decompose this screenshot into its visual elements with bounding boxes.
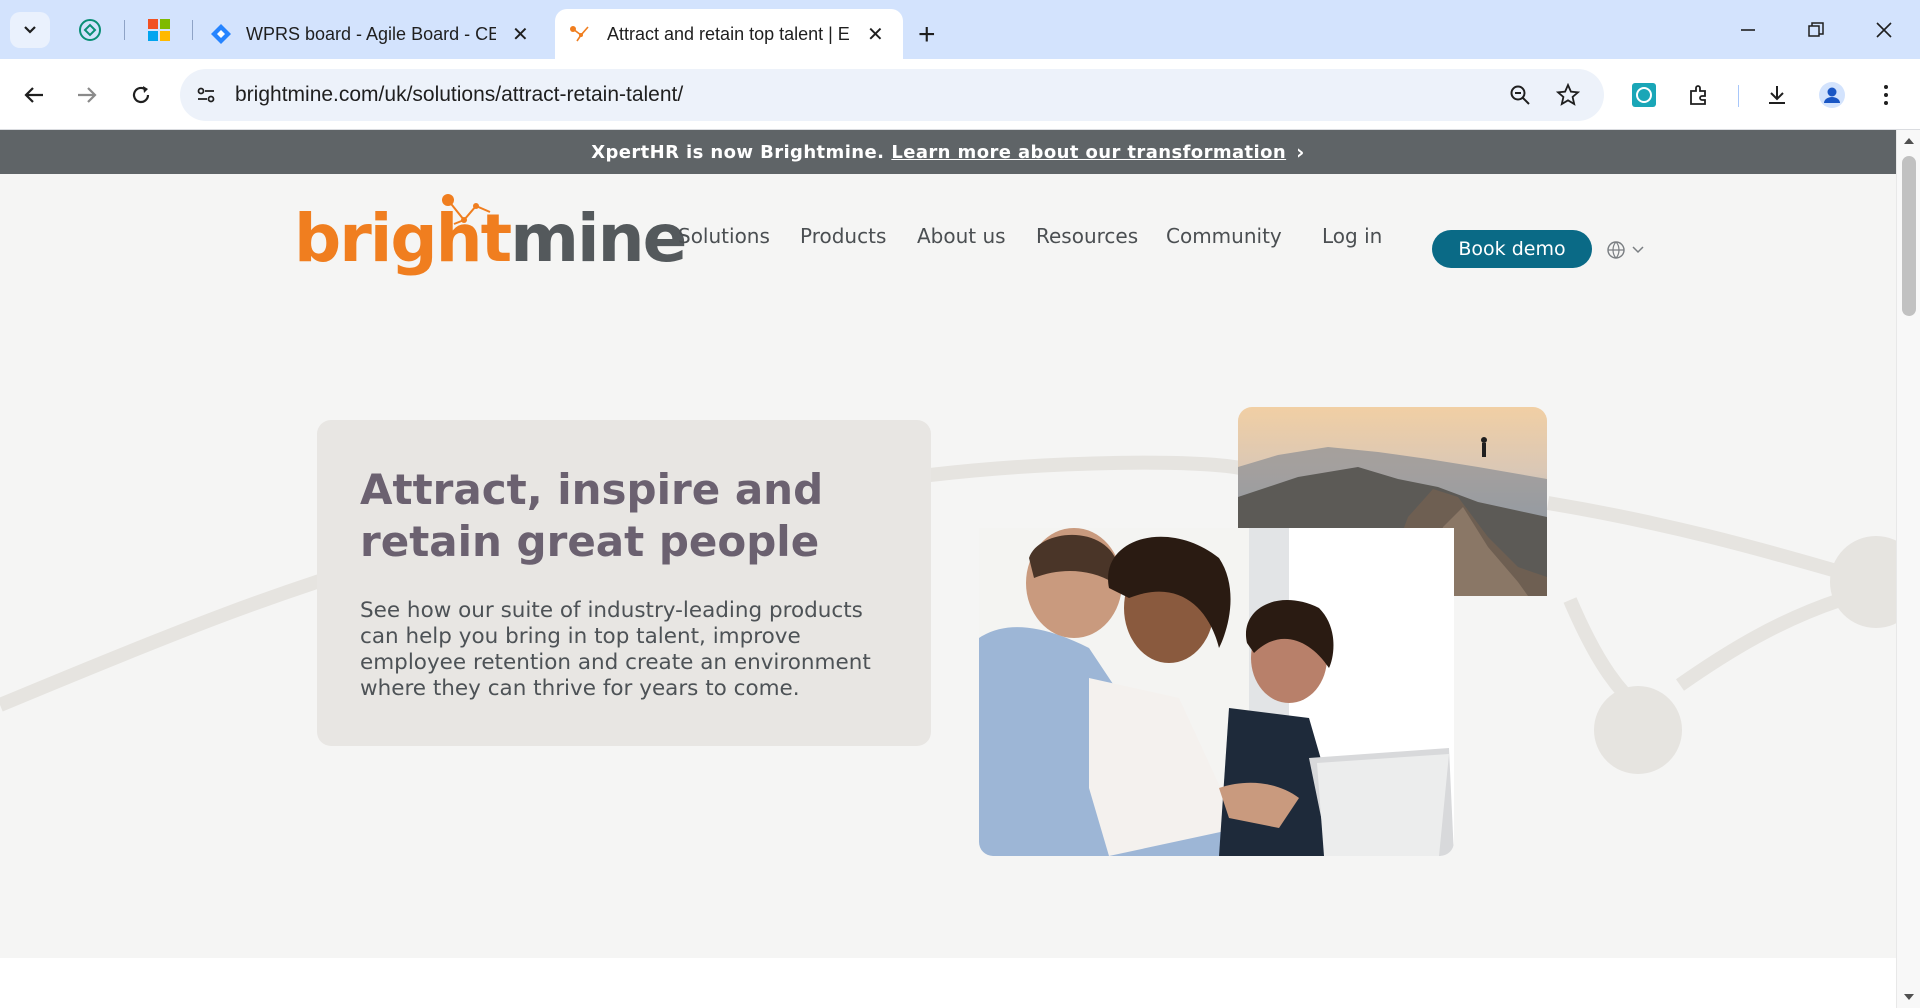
- close-icon[interactable]: ✕: [512, 22, 529, 47]
- logo-wordmark: brightmine: [294, 200, 687, 277]
- trademark: ™: [584, 228, 592, 237]
- chatgpt-icon: [79, 19, 101, 41]
- scroll-down-icon[interactable]: [1904, 994, 1914, 1000]
- arrow-left-icon: [24, 87, 43, 103]
- window-close-icon[interactable]: [1864, 14, 1904, 46]
- globe-icon: [1607, 241, 1625, 259]
- chevron-down-icon: [24, 26, 36, 34]
- address-bar[interactable]: brightmine.com/uk/solutions/attract-reta…: [180, 69, 1604, 121]
- arrow-right-icon: [78, 87, 97, 103]
- language-selector[interactable]: [1606, 240, 1644, 260]
- decorative-network-lines: [0, 455, 1896, 774]
- page-viewport: XpertHR is now Brightmine. Learn more ab…: [0, 130, 1896, 1008]
- scrollbar-thumb[interactable]: [1902, 156, 1916, 316]
- tab-search-button[interactable]: [10, 12, 50, 48]
- extensions-puzzle-icon[interactable]: [1679, 75, 1719, 115]
- minimize-icon[interactable]: [1728, 14, 1768, 46]
- banner-link[interactable]: Learn more about our transformation: [891, 142, 1286, 163]
- more-menu-icon[interactable]: [1866, 75, 1906, 115]
- zoom-icon[interactable]: [1504, 79, 1536, 111]
- chevron-right-icon: ›: [1296, 140, 1305, 164]
- microsoft-icon: [148, 19, 170, 41]
- tab-strip: WPRS board - Agile Board - CE ✕ Attract …: [0, 0, 1920, 59]
- page-scrollbar[interactable]: [1896, 130, 1920, 1008]
- tab-separator: [124, 20, 125, 40]
- tab-attract-retain[interactable]: Attract and retain top talent | E ✕: [555, 9, 903, 59]
- close-icon[interactable]: ✕: [867, 22, 884, 47]
- nav-resources[interactable]: Resources: [1036, 224, 1138, 248]
- announcement-banner: XpertHR is now Brightmine. Learn more ab…: [0, 130, 1896, 174]
- new-tab-button[interactable]: +: [918, 10, 948, 60]
- hero-image-colleagues: [979, 528, 1454, 856]
- tab-title: WPRS board - Agile Board - CE: [246, 23, 496, 44]
- bookmark-star-icon[interactable]: [1552, 79, 1584, 111]
- logo-part-bright: bright: [294, 200, 512, 277]
- nav-about-us[interactable]: About us: [917, 224, 1006, 248]
- jira-diamond-icon: [211, 24, 231, 44]
- scroll-up-icon[interactable]: [1904, 138, 1914, 144]
- profile-avatar-icon[interactable]: [1812, 75, 1852, 115]
- hero-title: Attract, inspire and retain great people: [360, 465, 824, 566]
- brightmine-logo[interactable]: brightmine ™: [294, 192, 687, 287]
- back-button[interactable]: [14, 75, 54, 115]
- tab-separator: [192, 20, 193, 40]
- pinned-tab-chatgpt[interactable]: [74, 14, 106, 46]
- banner-text: XpertHR is now Brightmine.: [591, 141, 885, 163]
- hero-card: Attract, inspire and retain great people…: [317, 420, 931, 746]
- nav-solutions[interactable]: Solutions: [678, 224, 770, 248]
- book-demo-button[interactable]: Book demo: [1432, 230, 1592, 268]
- chevron-down-icon: [1632, 246, 1644, 254]
- browser-toolbar: brightmine.com/uk/solutions/attract-reta…: [0, 59, 1920, 130]
- nav-login[interactable]: Log in: [1322, 224, 1382, 248]
- next-section: [0, 958, 1896, 1008]
- reload-button[interactable]: [121, 75, 161, 115]
- reload-icon: [132, 86, 150, 104]
- toolbar-separator: [1738, 85, 1739, 107]
- forward-button[interactable]: [67, 75, 107, 115]
- tab-title: Attract and retain top talent | E: [607, 23, 850, 44]
- tab-wprs-board[interactable]: WPRS board - Agile Board - CE ✕: [200, 9, 548, 59]
- brightmine-favicon: [570, 26, 589, 42]
- site-info-icon[interactable]: [190, 79, 222, 111]
- download-icon[interactable]: [1757, 75, 1797, 115]
- hero-description: See how our suite of industry-leading pr…: [360, 598, 871, 701]
- nav-community[interactable]: Community: [1166, 224, 1282, 248]
- chatgpt-extension-icon[interactable]: [1624, 75, 1664, 115]
- restore-icon[interactable]: [1796, 14, 1836, 46]
- logo-part-mine: mine: [510, 200, 687, 277]
- url-text: brightmine.com/uk/solutions/attract-reta…: [235, 83, 684, 106]
- pinned-tab-microsoft[interactable]: [143, 14, 175, 46]
- nav-products[interactable]: Products: [800, 224, 886, 248]
